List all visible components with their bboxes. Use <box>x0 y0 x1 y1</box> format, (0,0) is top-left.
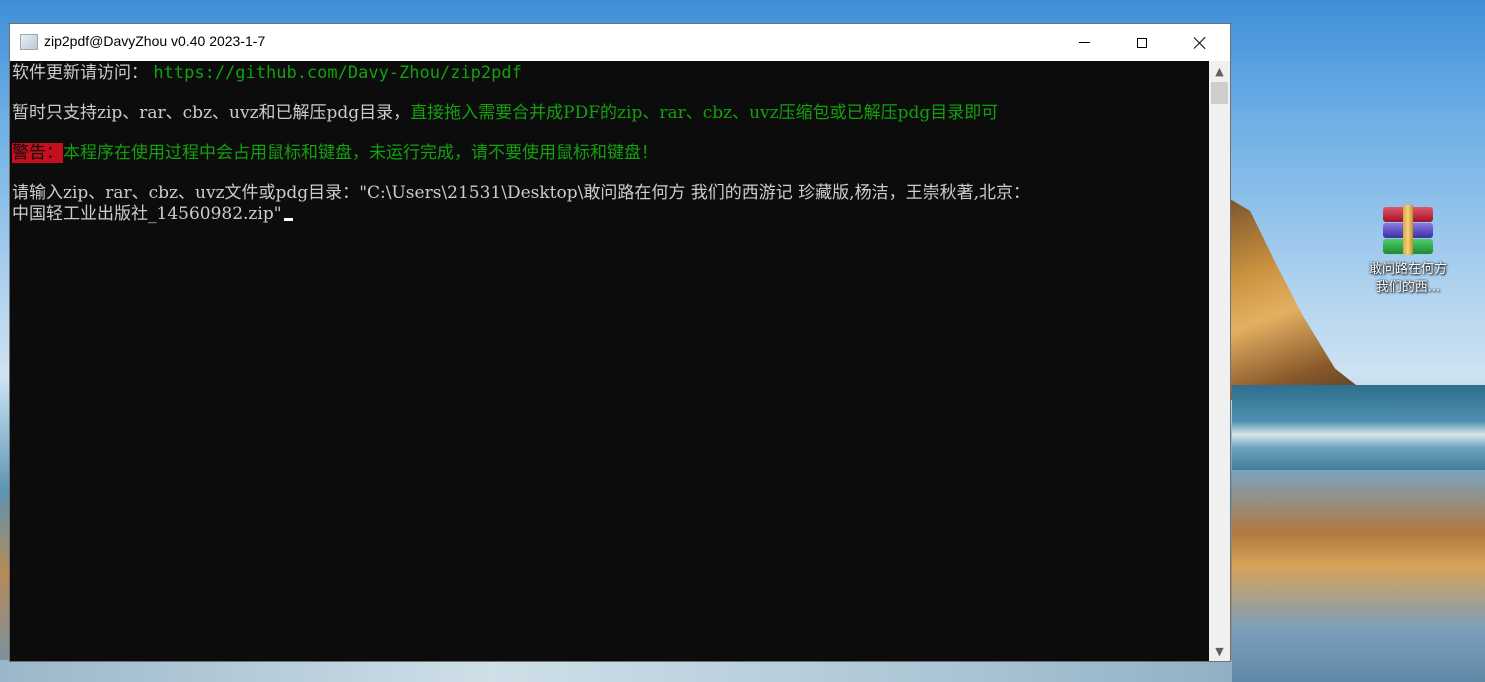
desktop-icon-label: 敢问路在何方 我们的西... <box>1368 262 1447 295</box>
warning-text: 本程序在使用过程中会占用鼠标和键盘，未运行完成，请不要使用鼠标和键盘！ <box>63 143 658 163</box>
vertical-scrollbar[interactable]: ▲ ▼ <box>1209 61 1230 661</box>
scrollbar-thumb[interactable] <box>1211 82 1228 104</box>
update-label: 软件更新请访问： <box>12 63 148 83</box>
minimize-icon <box>1078 42 1090 43</box>
minimize-button[interactable] <box>1054 24 1114 61</box>
wallpaper-cliff <box>1215 190 1375 400</box>
maximize-icon <box>1137 37 1147 48</box>
support-text: 暂时只支持zip、rar、cbz、uvz和已解压pdg目录， <box>12 103 411 123</box>
drag-instruction: 直接拖入需要合并成PDF的zip、rar、cbz、uvz压缩包或已解压pdg目录… <box>410 103 999 123</box>
title-bar[interactable]: zip2pdf@DavyZhou v0.40 2023-1-7 <box>10 24 1230 61</box>
scroll-up-icon[interactable]: ▲ <box>1209 61 1230 81</box>
scroll-down-icon[interactable]: ▼ <box>1209 641 1230 661</box>
close-button[interactable] <box>1170 24 1230 61</box>
wallpaper-sea <box>1232 385 1485 475</box>
warning-line: 警告：本程序在使用过程中会占用鼠标和键盘，未运行完成，请不要使用鼠标和键盘！ <box>12 143 658 163</box>
maximize-button[interactable] <box>1112 24 1172 61</box>
wallpaper-beach <box>1232 470 1485 682</box>
input-continuation-line: 中国轻工业出版社_14560982.zip" <box>12 204 293 224</box>
window-title: zip2pdf@DavyZhou v0.40 2023-1-7 <box>44 33 266 49</box>
update-url: https://github.com/Davy-Zhou/zip2pdf <box>153 63 522 83</box>
input-value-part1[interactable]: "C:\Users\21531\Desktop\敢问路在何方 我们的西游记 珍藏… <box>359 183 1030 203</box>
winrar-archive-icon <box>1379 205 1437 255</box>
wallpaper-bottom <box>0 660 1232 682</box>
warning-label: 警告： <box>12 143 63 163</box>
desktop-archive-file[interactable]: 敢问路在何方 我们的西... <box>1358 205 1458 297</box>
console-window: zip2pdf@DavyZhou v0.40 2023-1-7 软件更新请访问：… <box>9 23 1231 662</box>
text-cursor <box>283 218 293 221</box>
console-output[interactable]: 软件更新请访问： https://github.com/Davy-Zhou/zi… <box>10 61 1209 661</box>
input-prompt-line: 请输入zip、rar、cbz、uvz文件或pdg目录："C:\Users\215… <box>12 183 1030 203</box>
update-info-line: 软件更新请访问： https://github.com/Davy-Zhou/zi… <box>12 63 522 83</box>
input-value-part2[interactable]: 中国轻工业出版社_14560982.zip" <box>12 204 282 224</box>
console-app-icon[interactable] <box>20 34 38 50</box>
input-prompt: 请输入zip、rar、cbz、uvz文件或pdg目录： <box>12 183 360 203</box>
support-info-line: 暂时只支持zip、rar、cbz、uvz和已解压pdg目录，直接拖入需要合并成P… <box>12 103 998 123</box>
close-icon <box>1193 36 1207 50</box>
